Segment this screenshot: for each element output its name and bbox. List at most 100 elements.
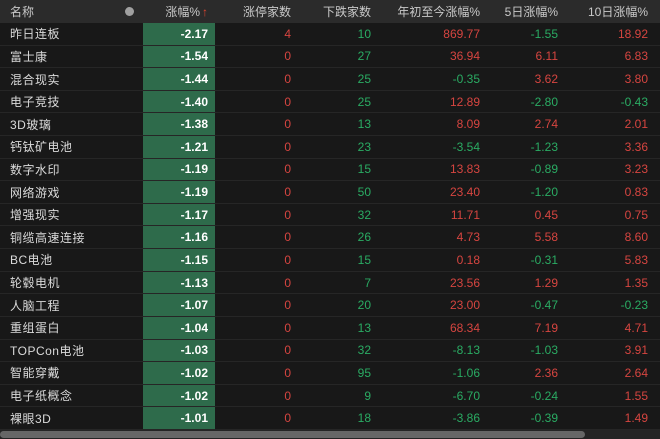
cell-limit-up-count: 0: [284, 252, 291, 267]
cell-change-pct: -1.04: [143, 316, 215, 339]
cell-ytd-change: 12.89: [449, 94, 480, 109]
cell-decliner-count: 7: [364, 275, 371, 290]
cell-5day-change: 2.74: [534, 117, 558, 132]
table-row[interactable]: 增强现实 -1.17 0 32 11.71 0.45 0.75: [0, 203, 660, 227]
cell-5day-change: -0.47: [530, 298, 558, 313]
cell-decliner-count: 15: [357, 252, 371, 267]
table-row[interactable]: BC电池 -1.15 0 15 0.18 -0.31 5.83: [0, 249, 660, 272]
cell-10day-change: 0.83: [624, 185, 648, 200]
cell-ytd-change: 4.73: [456, 230, 480, 245]
table-row[interactable]: 数字水印 -1.19 0 15 13.83 -0.89 3.23: [0, 158, 660, 182]
table-row[interactable]: 网络游戏 -1.19 0 50 23.40 -1.20 0.83: [0, 181, 660, 204]
table-row[interactable]: 轮毂电机 -1.13 0 7 23.56 1.29 1.35: [0, 271, 660, 295]
cell-decliner-count: 32: [357, 343, 371, 358]
cell-limit-up-count: 0: [284, 343, 291, 358]
dot-indicator-icon[interactable]: [125, 7, 134, 16]
horizontal-scrollbar-thumb[interactable]: [0, 431, 585, 438]
cell-decliner-count: 50: [357, 185, 371, 200]
table-row[interactable]: 电子竞技 -1.40 0 25 12.89 -2.80 -0.43: [0, 90, 660, 114]
cell-sector-name: 电子纸概念: [10, 389, 73, 404]
cell-decliner-count: 27: [357, 49, 371, 64]
cell-10day-change: 4.71: [624, 320, 648, 335]
cell-sector-name: 铜缆高速连接: [10, 230, 86, 245]
column-header-decliner-count[interactable]: 下跌家数: [295, 3, 375, 20]
cell-change-pct: -1.19: [143, 181, 215, 203]
change-header-label: 涨幅%: [165, 5, 200, 19]
cell-ytd-change: -8.13: [452, 343, 480, 358]
table-row[interactable]: 昨日连板 -2.17 4 10 869.77 -1.55 18.92: [0, 23, 660, 46]
column-header-10day-change[interactable]: 10日涨幅%: [562, 3, 660, 20]
sort-ascending-icon: ↑: [202, 5, 208, 19]
table-row[interactable]: 智能穿戴 -1.02 0 95 -1.06 2.36 2.64: [0, 362, 660, 385]
cell-5day-change: -1.23: [530, 139, 558, 154]
sector-ranking-panel: 名称 涨幅% ↑ 涨停家数 下跌家数 年初至今涨幅% 5日涨幅% 10日涨幅% 昨…: [0, 0, 660, 439]
cell-limit-up-count: 0: [284, 275, 291, 290]
cell-limit-up-count: 0: [284, 320, 291, 335]
cell-10day-change: 3.23: [624, 162, 648, 177]
table-row[interactable]: 3D玻璃 -1.38 0 13 8.09 2.74 2.01: [0, 113, 660, 137]
cell-sector-name: 数字水印: [10, 162, 61, 177]
cell-10day-change: 5.83: [624, 252, 648, 267]
column-header-name[interactable]: 名称: [0, 0, 143, 23]
cell-5day-change: -0.31: [530, 252, 558, 267]
cell-ytd-change: 869.77: [443, 26, 480, 41]
cell-10day-change: 0.75: [624, 207, 648, 222]
table-row[interactable]: 铜缆高速连接 -1.16 0 26 4.73 5.58 8.60: [0, 226, 660, 250]
cell-10day-change: 3.80: [624, 72, 648, 87]
cell-10day-change: 1.55: [624, 388, 648, 403]
cell-sector-name: BC电池: [10, 253, 53, 268]
cell-limit-up-count: 0: [284, 388, 291, 403]
cell-change-pct: -1.02: [143, 362, 215, 384]
cell-ytd-change: -6.70: [452, 388, 480, 403]
cell-10day-change: 1.49: [624, 411, 648, 426]
cell-10day-change: 2.64: [624, 365, 648, 380]
cell-change-pct: -1.21: [143, 136, 215, 158]
cell-sector-name: 人脑工程: [10, 298, 61, 313]
table-row[interactable]: 裸眼3D -1.01 0 18 -3.86 -0.39 1.49: [0, 407, 660, 430]
cell-sector-name: 钙钛矿电池: [10, 140, 73, 155]
cell-decliner-count: 15: [357, 162, 371, 177]
cell-5day-change: -1.03: [530, 343, 558, 358]
table-row[interactable]: 富士康 -1.54 0 27 36.94 6.11 6.83: [0, 45, 660, 69]
cell-5day-change: 1.29: [534, 275, 558, 290]
cell-decliner-count: 13: [357, 117, 371, 132]
cell-sector-name: 混合现实: [10, 72, 61, 87]
cell-ytd-change: 11.71: [450, 207, 480, 222]
cell-5day-change: 2.36: [534, 365, 558, 380]
cell-decliner-count: 25: [357, 94, 371, 109]
cell-sector-name: 昨日连板: [10, 27, 61, 42]
cell-limit-up-count: 0: [284, 72, 291, 87]
cell-5day-change: -0.39: [530, 411, 558, 426]
cell-decliner-count: 26: [357, 230, 371, 245]
column-header-5day-change[interactable]: 5日涨幅%: [484, 3, 562, 20]
cell-decliner-count: 32: [357, 207, 371, 222]
cell-limit-up-count: 0: [284, 365, 291, 380]
table-row[interactable]: TOPCon电池 -1.03 0 32 -8.13 -1.03 3.91: [0, 339, 660, 363]
name-header-label: 名称: [10, 5, 35, 19]
table-row[interactable]: 钙钛矿电池 -1.21 0 23 -3.54 -1.23 3.36: [0, 136, 660, 159]
cell-change-pct: -1.13: [143, 271, 215, 294]
cell-5day-change: -0.89: [530, 162, 558, 177]
table-row[interactable]: 重组蛋白 -1.04 0 13 68.34 7.19 4.71: [0, 316, 660, 340]
cell-decliner-count: 18: [357, 411, 371, 426]
cell-decliner-count: 10: [357, 26, 371, 41]
cell-sector-name: 网络游戏: [10, 185, 61, 200]
cell-change-pct: -1.17: [143, 203, 215, 226]
table-body: 昨日连板 -2.17 4 10 869.77 -1.55 18.92 富士康 -1.54 0 27 3…: [0, 23, 660, 430]
table-row[interactable]: 电子纸概念 -1.02 0 9 -6.70 -0.24 1.55: [0, 384, 660, 408]
cell-limit-up-count: 0: [284, 411, 291, 426]
column-header-limit-up-count[interactable]: 涨停家数: [215, 3, 295, 20]
table-row[interactable]: 人脑工程 -1.07 0 20 23.00 -0.47 -0.23: [0, 294, 660, 317]
table-row[interactable]: 混合现实 -1.44 0 25 -0.35 3.62 3.80: [0, 68, 660, 91]
cell-change-pct: -1.40: [143, 90, 215, 113]
cell-decliner-count: 23: [357, 139, 371, 154]
cell-5day-change: -1.20: [530, 185, 558, 200]
column-header-ytd-change[interactable]: 年初至今涨幅%: [375, 3, 484, 20]
column-header-change[interactable]: 涨幅% ↑: [143, 3, 215, 20]
cell-limit-up-count: 0: [284, 49, 291, 64]
cell-sector-name: TOPCon电池: [10, 343, 85, 358]
cell-10day-change: 2.01: [624, 117, 648, 132]
cell-10day-change: 1.35: [624, 275, 648, 290]
cell-change-pct: -2.17: [143, 23, 215, 45]
horizontal-scrollbar-track[interactable]: [0, 430, 660, 439]
